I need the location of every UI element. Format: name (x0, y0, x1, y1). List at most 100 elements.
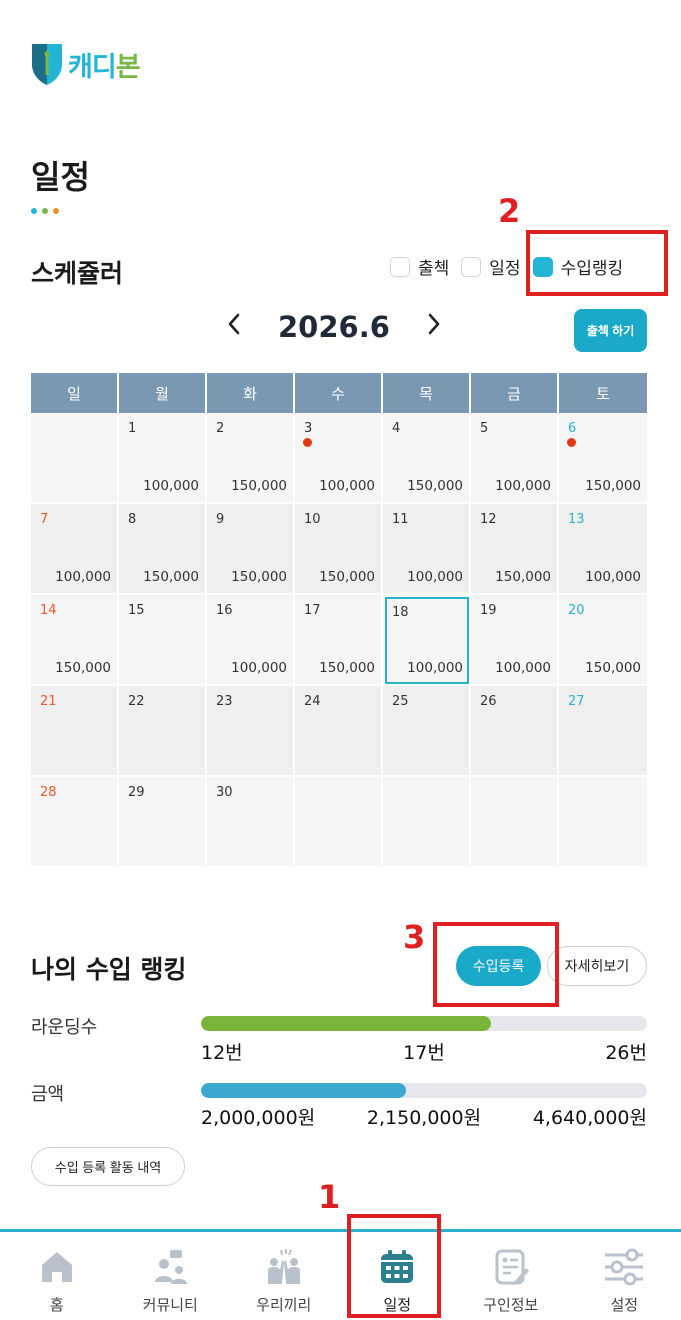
income-ranking-title: 나의 수입 랭킹 (31, 955, 187, 984)
filter-schedule[interactable]: 일정 (461, 254, 521, 279)
calendar-day-number: 8 (128, 512, 137, 527)
calendar-day-19[interactable]: 19 100,000 (471, 595, 559, 686)
calendar-day-amount: 100,000 (495, 660, 551, 676)
calendar-day-amount: 150,000 (319, 569, 375, 585)
calendar-day-amount: 100,000 (319, 478, 375, 494)
attendance-check-button[interactable]: 출첵 하기 (574, 309, 647, 352)
calendar-day-11[interactable]: 11 100,000 (383, 504, 471, 595)
calendar-grid: 1 100,000 2 150,000 3 100,000 4 150,000 5 100,000… (31, 413, 647, 868)
callout-box-1 (347, 1214, 441, 1318)
calendar-day-number: 23 (216, 694, 233, 709)
nav-community-label: 커뮤니티 (142, 1296, 198, 1314)
calendar-day-30[interactable]: 30 (207, 777, 295, 868)
calendar-day-21[interactable]: 21 (31, 686, 119, 777)
calendar-day-amount: 100,000 (143, 478, 199, 494)
calendar-day-18[interactable]: 18 100,000 (383, 595, 471, 686)
amount-min: 2,000,000원 (201, 1107, 316, 1129)
chevron-right-icon[interactable] (426, 312, 442, 342)
nav-job-info[interactable]: 구인정보 (454, 1232, 568, 1320)
filter-attendance-checkbox[interactable] (390, 256, 410, 277)
calendar-day-amount: 100,000 (407, 569, 463, 585)
calendar-day-9[interactable]: 9 150,000 (207, 504, 295, 595)
calendar-day-6[interactable]: 6 150,000 (559, 413, 647, 504)
filter-attendance[interactable]: 출첵 (390, 254, 449, 279)
amount-max: 4,640,000원 (532, 1107, 647, 1129)
calendar-day-12[interactable]: 12 150,000 (471, 504, 559, 595)
calendar-day-number: 7 (40, 512, 49, 527)
filter-attendance-label: 출첵 (418, 259, 450, 279)
calendar-day-number: 30 (216, 785, 233, 800)
event-marker-dot (303, 438, 312, 447)
rounds-progress-fill (201, 1016, 491, 1031)
calendar-day-7[interactable]: 7 100,000 (31, 504, 119, 595)
dot-green (42, 208, 48, 214)
calendar-day-27[interactable]: 27 (559, 686, 647, 777)
calendar-day-number: 6 (568, 421, 577, 436)
calendar-day-5[interactable]: 5 100,000 (471, 413, 559, 504)
calendar-day-22[interactable]: 22 (119, 686, 207, 777)
calendar-day-8[interactable]: 8 150,000 (119, 504, 207, 595)
callout-number-1: 1 (318, 1178, 341, 1216)
logo-text: 캐디본 (68, 51, 141, 83)
calendar-day-16[interactable]: 16 100,000 (207, 595, 295, 686)
chevron-left-icon[interactable] (226, 312, 242, 342)
weekday-sun: 일 (31, 373, 119, 413)
calendar-day-24[interactable]: 24 (295, 686, 383, 777)
calendar-day-13[interactable]: 13 100,000 (559, 504, 647, 595)
calendar-day-10[interactable]: 10 150,000 (295, 504, 383, 595)
weekday-sat: 토 (559, 373, 647, 413)
weekday-tue: 화 (207, 373, 295, 413)
calendar-day-number: 21 (40, 694, 57, 709)
dot-orange (53, 208, 59, 214)
calendar-day-1[interactable]: 1 100,000 (119, 413, 207, 504)
income-history-button[interactable]: 수입 등록 활동 내역 (31, 1147, 185, 1186)
calendar-day-number: 20 (568, 603, 585, 618)
weekday-mon: 월 (119, 373, 207, 413)
nav-settings[interactable]: 설정 (568, 1232, 681, 1320)
calendar-day-23[interactable]: 23 (207, 686, 295, 777)
callout-number-3: 3 (403, 918, 426, 956)
calendar-day-number: 18 (392, 605, 409, 620)
amount-progress-fill (201, 1083, 407, 1098)
calendar-day-26[interactable]: 26 (471, 686, 559, 777)
calendar-day-amount: 150,000 (585, 660, 641, 676)
job-info-icon (495, 1249, 529, 1285)
app-logo[interactable]: 캐디본 (30, 42, 141, 86)
calendar-day-amount: 100,000 (495, 478, 551, 494)
calendar-weekday-header: 일 월 화 수 목 금 토 (31, 373, 647, 413)
calendar-day-number: 26 (480, 694, 497, 709)
calendar-day-15[interactable]: 15 (119, 595, 207, 686)
calendar-day-number: 22 (128, 694, 145, 709)
calendar-day-25[interactable]: 25 (383, 686, 471, 777)
filter-schedule-checkbox[interactable] (461, 256, 482, 277)
calendar-day-2[interactable]: 2 150,000 (207, 413, 295, 504)
nav-home[interactable]: 홈 (0, 1232, 114, 1320)
calendar-day-number: 9 (216, 512, 225, 527)
calendar-day-20[interactable]: 20 150,000 (559, 595, 647, 686)
calendar-day-29[interactable]: 29 (119, 777, 207, 868)
weekday-thu: 목 (383, 373, 471, 413)
nav-community[interactable]: 커뮤니티 (114, 1232, 228, 1320)
community-icon (155, 1250, 188, 1284)
nav-settings-label: 설정 (610, 1296, 639, 1314)
calendar-day-number: 4 (392, 421, 401, 436)
calendar: 일 월 화 수 목 금 토 1 100,000 2 150,000 3 100,000 4 1… (31, 373, 647, 868)
nav-home-label: 홈 (49, 1296, 64, 1314)
amount-progress-bar (201, 1083, 647, 1098)
calendar-day-amount: 100,000 (55, 569, 111, 585)
calendar-day-14[interactable]: 14 150,000 (31, 595, 119, 686)
filter-schedule-label: 일정 (489, 259, 521, 279)
calendar-empty-cell (295, 777, 383, 868)
weekday-fri: 금 (471, 373, 559, 413)
calendar-day-3[interactable]: 3 100,000 (295, 413, 383, 504)
calendar-day-17[interactable]: 17 150,000 (295, 595, 383, 686)
callout-number-2: 2 (498, 192, 521, 230)
current-month-label: 2026.6 (278, 310, 390, 344)
nav-friends[interactable]: 우리끼리 (227, 1232, 341, 1320)
view-details-button[interactable]: 자세히보기 (547, 946, 647, 986)
calendar-day-amount: 150,000 (231, 569, 287, 585)
calendar-day-amount: 150,000 (585, 478, 641, 494)
calendar-day-4[interactable]: 4 150,000 (383, 413, 471, 504)
scheduler-title: 스케쥴러 (31, 259, 124, 288)
calendar-day-28[interactable]: 28 (31, 777, 119, 868)
